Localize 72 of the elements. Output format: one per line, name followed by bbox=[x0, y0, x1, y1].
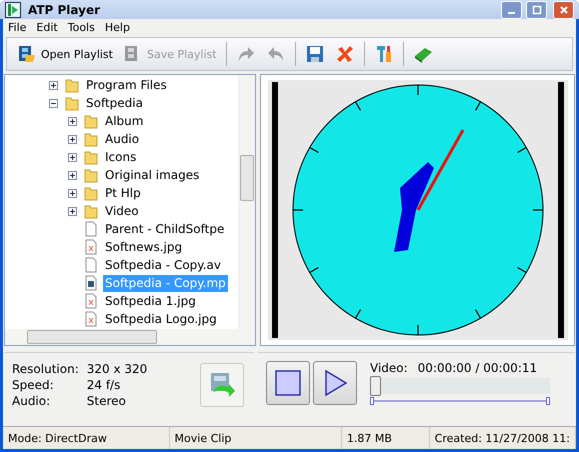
menu-item[interactable]: File bbox=[3, 20, 32, 34]
minimize-button[interactable] bbox=[501, 0, 522, 18]
folder-icon bbox=[83, 131, 99, 147]
expander-icon[interactable] bbox=[49, 98, 61, 108]
tree-item[interactable]: Softpedia bbox=[84, 94, 145, 112]
minimize-icon bbox=[508, 12, 515, 14]
expander-icon[interactable] bbox=[68, 188, 80, 198]
tree-item[interactable]: Icons bbox=[103, 148, 138, 166]
tree-item[interactable]: Softnews.jpg bbox=[103, 238, 184, 256]
maximize-button[interactable] bbox=[526, 0, 547, 18]
folder-icon bbox=[83, 203, 99, 219]
folder-icon bbox=[83, 167, 99, 183]
menu-item[interactable]: Edit bbox=[31, 20, 63, 34]
delete-icon bbox=[334, 44, 355, 64]
folder-icon bbox=[64, 95, 80, 111]
video-file-icon bbox=[83, 275, 99, 291]
play-button[interactable] bbox=[313, 361, 357, 405]
film-folder-icon bbox=[17, 44, 37, 64]
stop-button[interactable] bbox=[266, 361, 310, 405]
menu-item[interactable]: Help bbox=[100, 20, 135, 34]
tree-item[interactable]: Video bbox=[103, 202, 141, 220]
image-file-icon bbox=[83, 293, 99, 309]
expander-icon[interactable] bbox=[68, 170, 80, 180]
slider-thumb[interactable] bbox=[370, 376, 381, 396]
expander-icon[interactable] bbox=[68, 116, 80, 126]
close-button[interactable] bbox=[553, 0, 574, 18]
expander-icon[interactable] bbox=[68, 152, 80, 162]
folder-icon bbox=[64, 77, 80, 93]
folder-icon bbox=[83, 185, 99, 201]
folder-icon bbox=[83, 149, 99, 165]
time-readout: 00:00:00 / 00:00:11 bbox=[418, 361, 538, 375]
info-label: Speed: bbox=[12, 377, 55, 393]
file-icon bbox=[83, 257, 99, 273]
status-field: Created: 11/27/2008 11: bbox=[430, 427, 576, 449]
menu-item[interactable]: Tools bbox=[62, 20, 100, 34]
tree-item[interactable]: Original images bbox=[103, 166, 202, 184]
close-icon bbox=[558, 4, 568, 14]
app-icon bbox=[5, 2, 21, 18]
maximize-icon bbox=[532, 4, 542, 14]
info-label: Resolution: bbox=[12, 361, 79, 377]
tree-item[interactable]: Softpedia - Copy.av bbox=[103, 256, 223, 274]
status-field: Movie Clip bbox=[170, 427, 342, 449]
expander-icon[interactable] bbox=[68, 134, 80, 144]
info-value: 320 x 320 bbox=[86, 361, 148, 377]
open-playlist-button[interactable]: Open Playlist bbox=[13, 41, 117, 67]
info-value: Stereo bbox=[86, 393, 127, 409]
expander-icon[interactable] bbox=[68, 206, 80, 216]
stop-icon bbox=[273, 368, 303, 398]
image-file-icon bbox=[83, 311, 99, 327]
tree-item[interactable]: Pt Hlp bbox=[103, 184, 143, 202]
tree-item[interactable]: Program Files bbox=[84, 76, 169, 94]
seek-slider[interactable] bbox=[370, 378, 550, 394]
window-title: ATP Player bbox=[28, 2, 100, 16]
info-label: Audio: bbox=[12, 393, 52, 409]
convert-button[interactable] bbox=[200, 363, 244, 407]
status-field: 1.87 MB bbox=[342, 427, 430, 449]
vertical-scrollbar[interactable] bbox=[238, 75, 255, 329]
image-file-icon bbox=[83, 239, 99, 255]
save-icon bbox=[304, 44, 325, 64]
status-field: Mode: DirectDraw bbox=[3, 427, 170, 449]
tree-item[interactable]: Album bbox=[103, 112, 146, 130]
tree-item[interactable]: Audio bbox=[103, 130, 142, 148]
folder-icon bbox=[83, 113, 99, 129]
expander-icon[interactable] bbox=[49, 80, 61, 90]
video-label: Video: bbox=[370, 361, 408, 375]
tree-item[interactable]: Softpedia Logo.jpg bbox=[103, 310, 219, 328]
horizontal-scrollbar[interactable] bbox=[5, 329, 255, 345]
info-value: 24 f/s bbox=[86, 377, 122, 393]
file-icon bbox=[83, 221, 99, 237]
range-selector[interactable] bbox=[370, 397, 550, 405]
tree-item[interactable]: Softpedia 1.jpg bbox=[103, 292, 198, 310]
tree-item[interactable]: Parent - ChildSoftpe bbox=[103, 220, 226, 238]
